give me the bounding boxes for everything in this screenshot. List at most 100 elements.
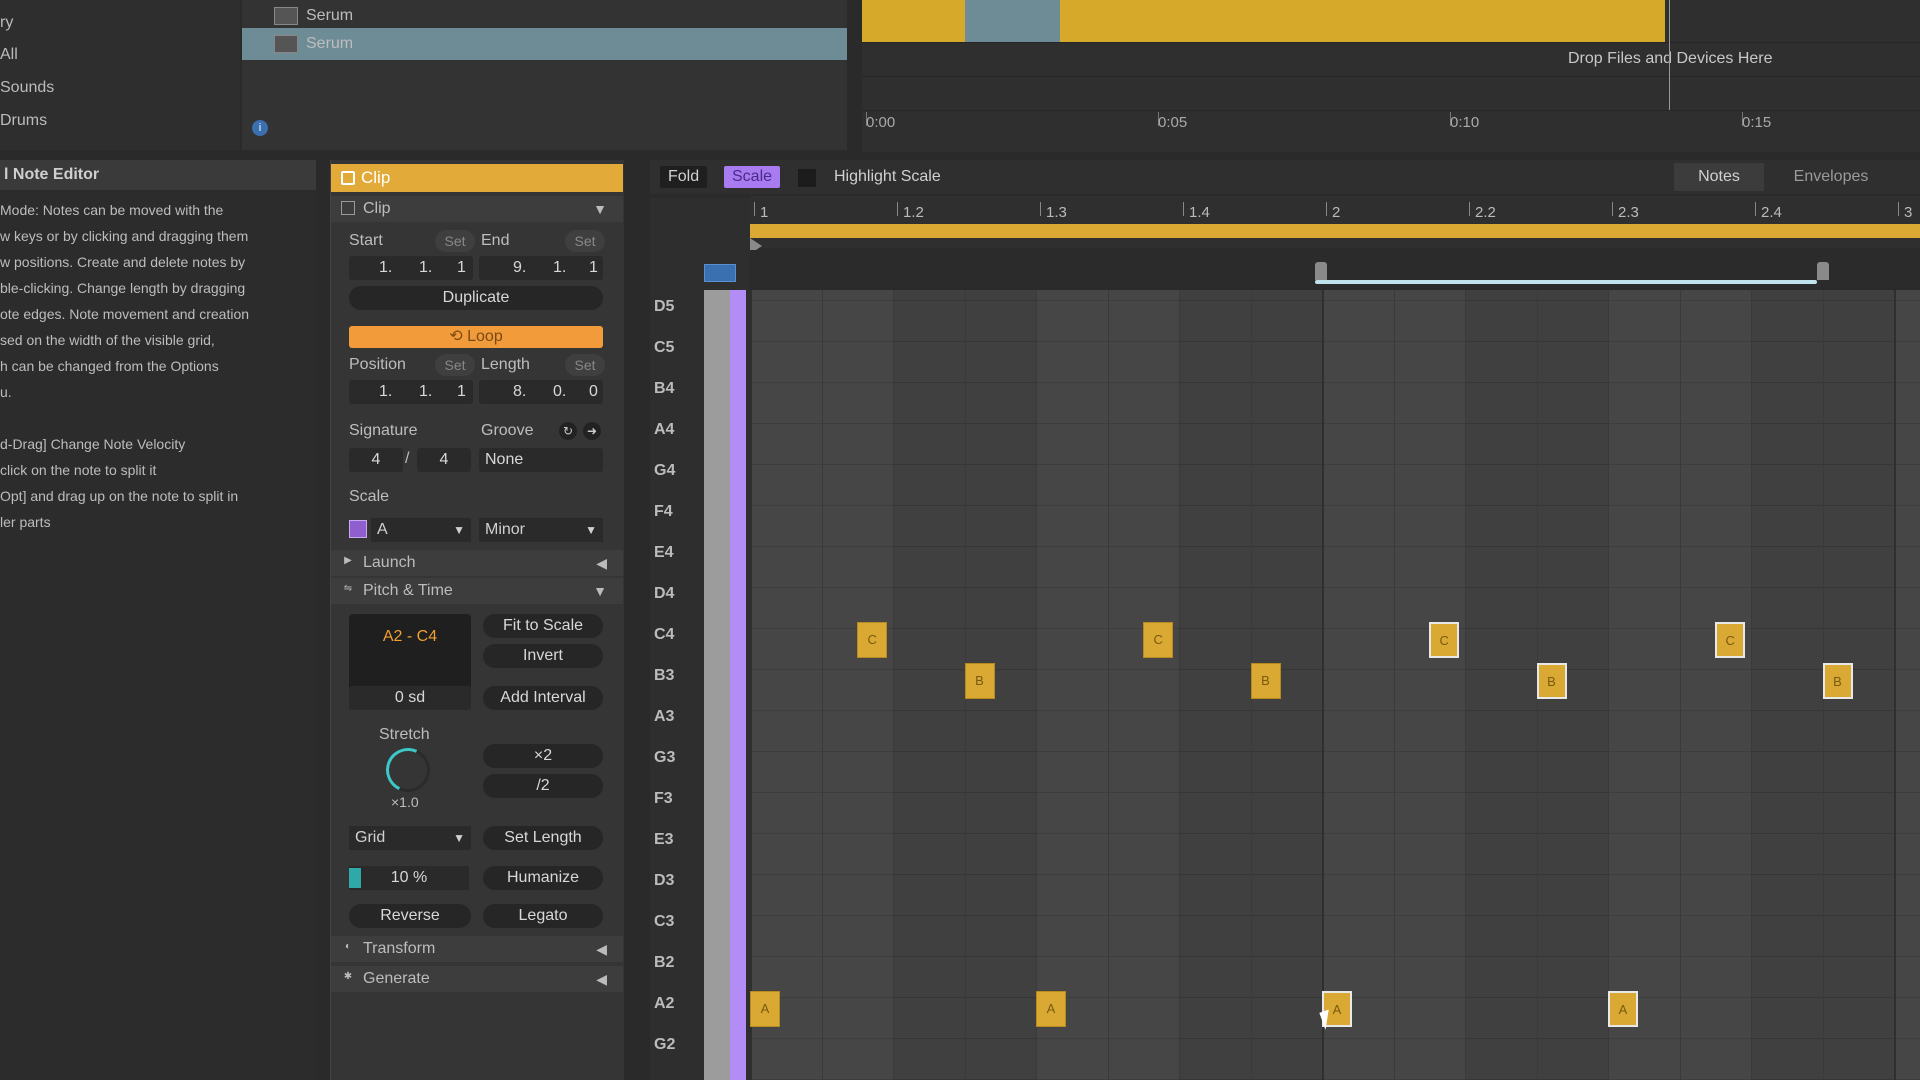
grid-shade xyxy=(1322,290,1394,1080)
velocity-range-line[interactable] xyxy=(1315,280,1817,284)
ruler-tick xyxy=(1469,202,1470,216)
scale-mode-select[interactable]: Minor ▼ xyxy=(479,518,603,542)
transform-icon: ◐ xyxy=(344,941,352,952)
grid-col-line xyxy=(1179,290,1180,1080)
key-label: G4 xyxy=(654,462,676,479)
grid-col-line xyxy=(1322,290,1324,1080)
browser-item-selected[interactable]: Serum xyxy=(242,28,847,60)
browser-category[interactable]: Drums xyxy=(0,112,47,130)
clip-header[interactable]: Clip xyxy=(331,164,623,192)
legato-button[interactable]: Legato xyxy=(483,904,603,928)
drop-zone-text[interactable]: Drop Files and Devices Here xyxy=(1568,50,1773,68)
end-set-button[interactable]: Set xyxy=(565,230,605,252)
ruler-label: 2.2 xyxy=(1475,204,1496,221)
groove-pool-icon[interactable]: ➜ xyxy=(583,422,601,440)
loop-brace[interactable] xyxy=(750,224,1920,238)
interval-field[interactable]: 0 sd xyxy=(349,686,471,710)
stretch-half-button[interactable]: /2 xyxy=(483,774,603,798)
help-text: w keys or by clicking and dragging them xyxy=(0,228,249,244)
grid-shade xyxy=(1394,290,1466,1080)
key-label: B2 xyxy=(654,954,675,971)
midi-note[interactable]: B xyxy=(1536,663,1567,699)
reverse-button[interactable]: Reverse xyxy=(349,904,471,928)
section-pitch-time[interactable]: ⇋ Pitch & Time ▼ xyxy=(331,578,623,604)
chevron-down-icon: ▼ xyxy=(585,523,597,537)
humanize-amount-value: 10 % xyxy=(390,869,428,886)
invert-button[interactable]: Invert xyxy=(483,644,603,668)
help-text: d-Drag] Change Note Velocity xyxy=(0,436,186,452)
add-interval-button[interactable]: Add Interval xyxy=(483,686,603,710)
end-field[interactable]: 9. 1. 1 xyxy=(479,256,603,280)
section-generate[interactable]: ✱ Generate ◀ xyxy=(331,966,623,992)
arrangement-clip-selected[interactable] xyxy=(965,0,1060,42)
browser-sidebar: ry All Sounds Drums xyxy=(0,0,240,150)
key-label: A2 xyxy=(654,995,675,1012)
midi-note[interactable]: B xyxy=(964,663,995,699)
velocity-marker[interactable] xyxy=(1315,262,1327,280)
browser-category[interactable]: Sounds xyxy=(0,79,54,97)
scale-root-select[interactable]: A ▼ xyxy=(371,518,471,542)
chevron-left-icon: ◀ xyxy=(596,555,607,571)
piano-keyboard[interactable] xyxy=(704,290,730,1080)
ruler-label: 3 xyxy=(1904,204,1913,221)
fit-to-scale-button[interactable]: Fit to Scale xyxy=(483,614,603,638)
fold-button[interactable]: Fold xyxy=(660,166,708,188)
signature-denominator[interactable]: 4 xyxy=(417,448,471,472)
start-set-button[interactable]: Set xyxy=(435,230,475,252)
browser-list: Serum Serum xyxy=(242,0,847,150)
chevron-left-icon: ◀ xyxy=(596,941,607,957)
velocity-marker[interactable] xyxy=(1817,262,1829,280)
groove-hotswap-icon[interactable]: ↻ xyxy=(559,422,577,440)
grid-select[interactable]: Grid ▼ xyxy=(349,826,471,850)
note-grid[interactable]: ACBACBACBACB xyxy=(750,290,1920,1080)
midi-note[interactable]: B xyxy=(1822,663,1853,699)
loop-toggle[interactable]: ⟲ Loop xyxy=(349,326,603,348)
key-label: B3 xyxy=(654,667,675,684)
humanize-amount-slider[interactable]: 10 % xyxy=(349,866,469,890)
scale-button[interactable]: Scale xyxy=(724,166,781,188)
groove-select[interactable]: None xyxy=(479,448,603,472)
start-field[interactable]: 1. 1. 1 xyxy=(349,256,473,280)
pitch-time-icon: ⇋ xyxy=(343,583,353,594)
browser-category[interactable]: ry xyxy=(0,14,13,32)
position-field[interactable]: 1. 1. 1 xyxy=(349,380,473,404)
key-label: A3 xyxy=(654,708,675,725)
time-label: 0:00 xyxy=(866,114,896,131)
arrangement-loop-end xyxy=(1669,0,1670,110)
arrangement-timeline[interactable]: 0:00 0:05 0:10 0:15 xyxy=(862,108,1920,152)
length-field[interactable]: 8. 0. 0 xyxy=(479,380,603,404)
midi-note[interactable]: B xyxy=(1250,663,1281,699)
beat-ruler[interactable]: 1 1.2 1.3 1.4 2 2.2 2.3 2.4 3 xyxy=(750,196,1920,248)
info-icon[interactable]: i xyxy=(252,120,268,136)
ruler-tick xyxy=(1612,202,1613,216)
midi-note[interactable]: A xyxy=(1036,991,1066,1027)
ruler-label: 2 xyxy=(1332,204,1341,221)
section-clip[interactable]: Clip ▼ xyxy=(331,196,623,222)
fold-toggle-icon[interactable] xyxy=(704,264,736,282)
chevron-down-icon: ▼ xyxy=(453,523,465,537)
help-text: click on the note to split it xyxy=(0,462,157,478)
signature-numerator[interactable]: 4 xyxy=(349,448,403,472)
velocity-lane[interactable] xyxy=(750,250,1920,288)
grid-shade xyxy=(893,290,965,1080)
position-set-button[interactable]: Set xyxy=(435,354,475,376)
tab-notes[interactable]: Notes xyxy=(1674,163,1764,191)
midi-note[interactable]: C xyxy=(1715,622,1746,658)
section-transform[interactable]: ◐ Transform ◀ xyxy=(331,936,623,962)
section-launch[interactable]: ▶ Launch ◀ xyxy=(331,550,623,576)
duplicate-button[interactable]: Duplicate xyxy=(349,286,603,310)
midi-note[interactable]: A xyxy=(1608,991,1638,1027)
clip-header-label: Clip xyxy=(361,168,391,187)
highlight-scale-checkbox[interactable] xyxy=(798,169,816,187)
humanize-button[interactable]: Humanize xyxy=(483,866,603,890)
tab-envelopes[interactable]: Envelopes xyxy=(1776,163,1886,191)
stretch-double-button[interactable]: ×2 xyxy=(483,744,603,768)
length-set-button[interactable]: Set xyxy=(565,354,605,376)
midi-note[interactable]: C xyxy=(1429,622,1460,658)
browser-category[interactable]: All xyxy=(0,46,18,64)
midi-note[interactable]: C xyxy=(857,622,888,658)
set-length-button[interactable]: Set Length xyxy=(483,826,603,850)
scale-toggle-icon[interactable] xyxy=(349,520,367,538)
midi-note[interactable]: A xyxy=(750,991,780,1027)
midi-note[interactable]: C xyxy=(1143,622,1174,658)
